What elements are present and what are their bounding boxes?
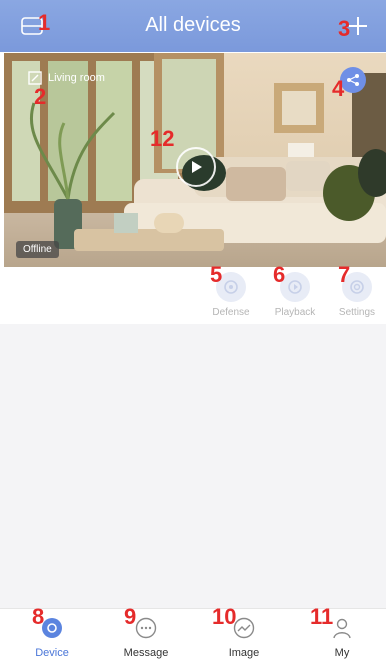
callout-number: 8 xyxy=(32,604,45,629)
tab-device-label: Device xyxy=(35,647,69,659)
callout-number: 6 xyxy=(273,262,286,287)
callout-number: 1 xyxy=(38,10,51,35)
device-list-area xyxy=(0,324,386,608)
top-bar: All devices xyxy=(0,0,386,52)
defense-button[interactable]: Defense xyxy=(196,272,266,318)
message-icon xyxy=(135,617,157,639)
room-name: Living room xyxy=(48,72,105,84)
room-label: Living room xyxy=(28,71,105,85)
settings-button[interactable]: Settings xyxy=(322,272,386,318)
callout-number: 4 xyxy=(332,76,345,101)
device-icon xyxy=(42,618,62,638)
playback-button[interactable]: Playback xyxy=(260,272,330,318)
callout-number: 2 xyxy=(34,84,47,109)
edit-icon[interactable] xyxy=(28,71,42,85)
settings-label: Settings xyxy=(338,307,376,318)
playback-icon xyxy=(288,280,302,294)
tab-device[interactable]: Device xyxy=(12,615,92,659)
tab-message[interactable]: Message xyxy=(106,615,186,659)
callout-number: 7 xyxy=(338,262,351,287)
defense-label: Defense xyxy=(212,307,250,318)
user-icon xyxy=(333,618,351,639)
camera-actions: Defense Playback Settings xyxy=(0,268,386,324)
defense-icon xyxy=(224,280,238,294)
settings-icon xyxy=(350,280,364,294)
callout-number: 5 xyxy=(210,262,223,287)
tab-image-label: Image xyxy=(228,647,260,659)
page-title: All devices xyxy=(145,14,241,36)
share-icon xyxy=(347,74,359,86)
camera-preview[interactable]: Living room Offline xyxy=(4,53,386,267)
callout-number: 11 xyxy=(310,604,334,629)
tab-message-label: Message xyxy=(123,647,169,659)
play-button[interactable] xyxy=(176,147,216,187)
callout-number: 10 xyxy=(212,604,237,629)
playback-label: Playback xyxy=(274,307,316,318)
callout-number: 9 xyxy=(124,604,137,629)
callout-number: 12 xyxy=(150,126,175,151)
plus-icon xyxy=(349,17,367,35)
callout-number: 3 xyxy=(338,16,351,41)
play-icon xyxy=(192,161,202,173)
tab-my-label: My xyxy=(334,647,350,659)
status-badge: Offline xyxy=(16,241,59,258)
